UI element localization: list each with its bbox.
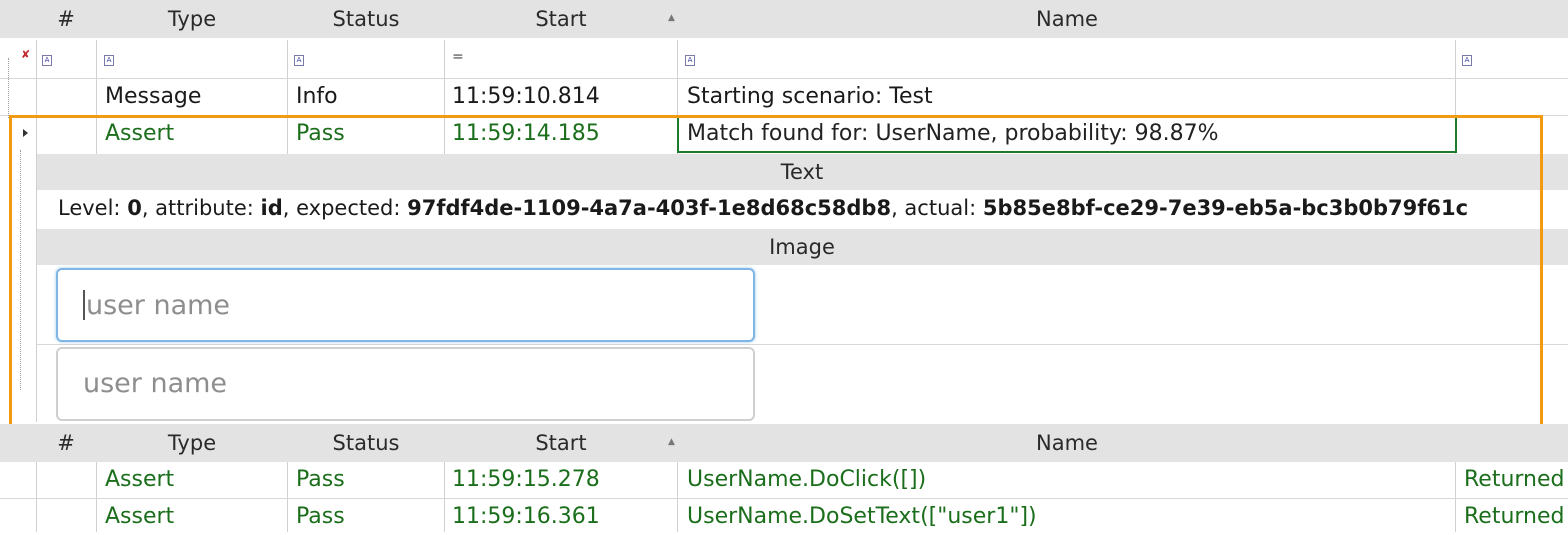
row-type: Message — [105, 84, 202, 109]
column-header-type[interactable]: Type — [97, 424, 287, 462]
grid-header-secondary: # Type Status Start ▲ Name — [0, 424, 1568, 462]
filter-status-icon[interactable]: A — [294, 55, 304, 66]
column-header-start[interactable]: Start — [445, 0, 677, 38]
row-extra: Returned — [1464, 504, 1565, 529]
filter-clear-icon[interactable]: ✘ — [21, 48, 30, 61]
row-name: UserName.DoSetText(["user1"]) — [687, 504, 1037, 529]
column-header-status[interactable]: Status — [288, 0, 444, 38]
filter-start-equals-icon[interactable]: = — [452, 49, 464, 65]
row-start: 11:59:15.278 — [452, 467, 600, 492]
row-extra: Returned — [1464, 467, 1565, 492]
filter-number-icon[interactable]: A — [42, 55, 52, 66]
row-name: UserName.DoClick([]) — [687, 467, 927, 492]
sort-ascending-icon: ▲ — [668, 437, 675, 447]
table-row[interactable]: Assert Pass 11:59:16.361 UserName.DoSetT… — [0, 499, 1568, 532]
row-type: Assert — [105, 504, 175, 529]
column-header-number[interactable]: # — [36, 424, 96, 462]
row-name: Starting scenario: Test — [687, 84, 933, 109]
row-status: Pass — [296, 504, 345, 529]
table-row[interactable]: Message Info 11:59:10.814 Starting scena… — [0, 79, 1568, 115]
column-header-start[interactable]: Start — [445, 424, 677, 462]
row-start: 11:59:10.814 — [452, 84, 600, 109]
column-header-name[interactable]: Name — [678, 0, 1456, 38]
row-status: Pass — [296, 467, 345, 492]
row-start: 11:59:16.361 — [452, 504, 600, 529]
column-header-status[interactable]: Status — [288, 424, 444, 462]
grid-header: # Type Status Start ▲ Name — [0, 0, 1568, 38]
column-header-name[interactable]: Name — [678, 424, 1456, 462]
table-row[interactable]: Assert Pass 11:59:15.278 UserName.DoClic… — [0, 462, 1568, 498]
column-header-type[interactable]: Type — [97, 0, 287, 38]
highlight-frame — [9, 115, 1543, 432]
row-type: Assert — [105, 467, 175, 492]
sort-ascending-icon: ▲ — [668, 13, 675, 23]
filter-name-icon[interactable]: A — [685, 55, 695, 66]
filter-row: ✘ A A A = A A — [0, 40, 1568, 78]
filter-extra-icon[interactable]: A — [1462, 55, 1472, 66]
row-status: Info — [296, 84, 338, 109]
column-header-number[interactable]: # — [36, 0, 96, 38]
filter-type-icon[interactable]: A — [104, 55, 114, 66]
